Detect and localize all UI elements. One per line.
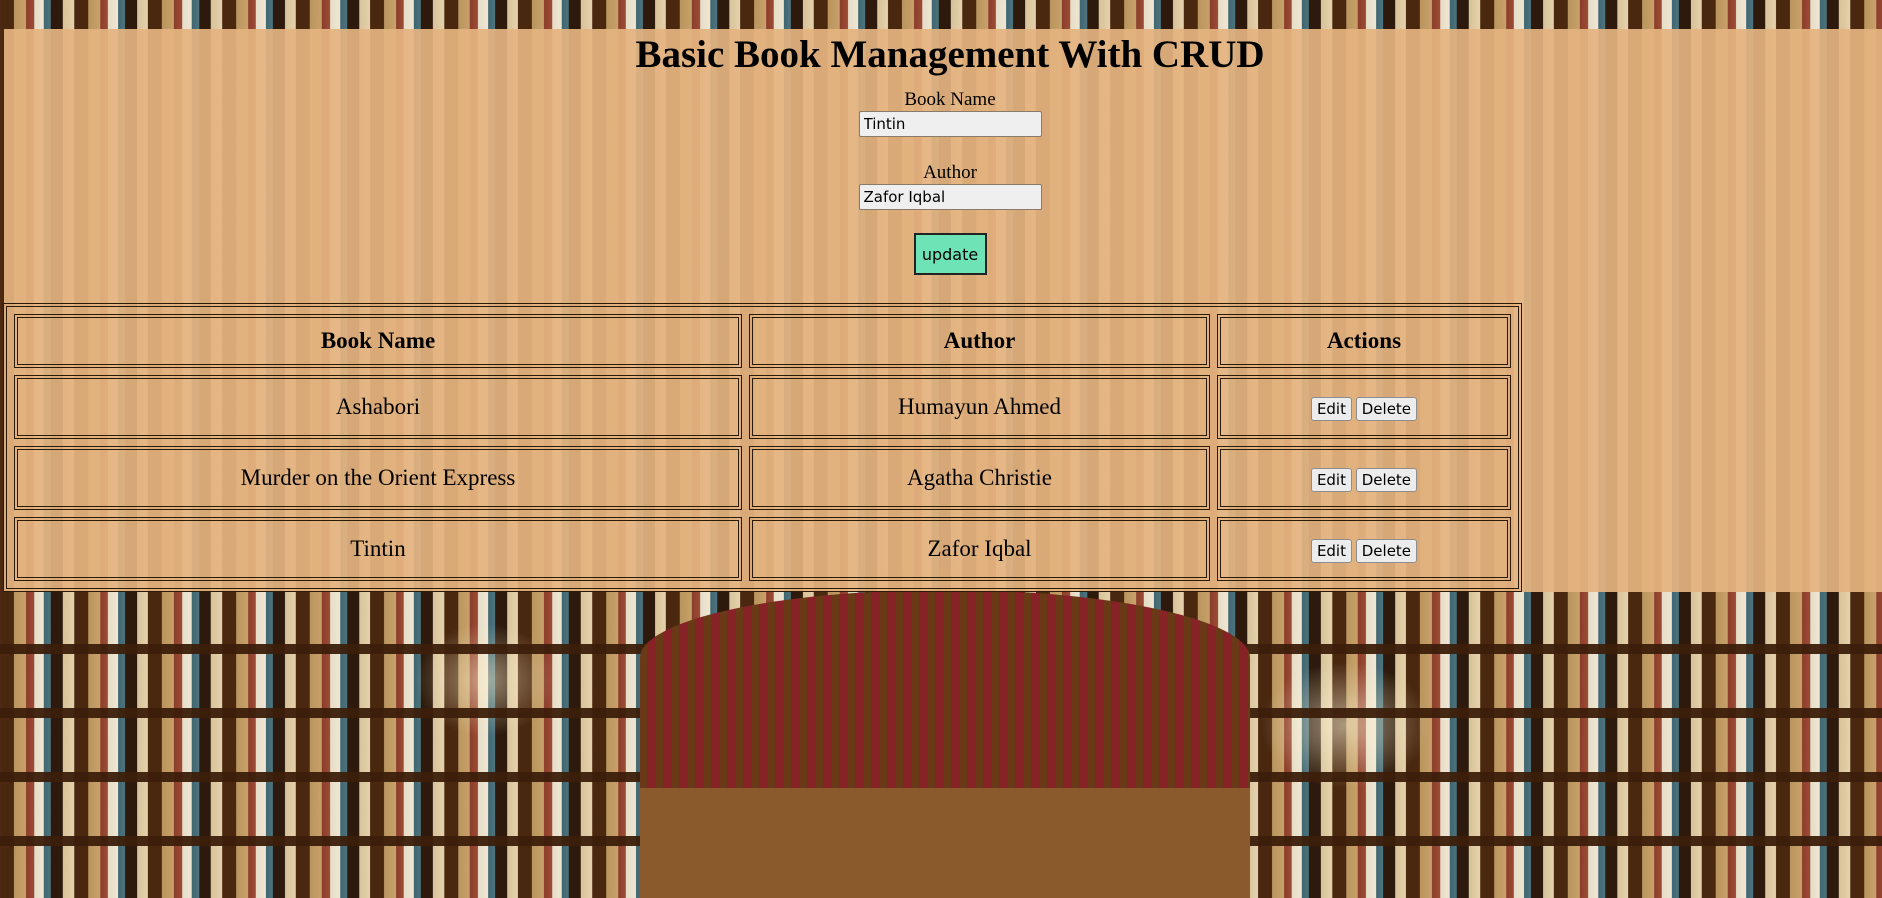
table-row: Tintin Zafor Iqbal Edit Delete bbox=[14, 517, 1511, 581]
actions-cell: Edit Delete bbox=[1217, 517, 1511, 581]
library-balcony-background bbox=[640, 590, 1250, 898]
header-book-name: Book Name bbox=[14, 314, 742, 368]
edit-button[interactable]: Edit bbox=[1310, 538, 1352, 563]
author-cell: Zafor Iqbal bbox=[749, 517, 1210, 581]
table-header-row: Book Name Author Actions bbox=[14, 314, 1511, 368]
header-author: Author bbox=[749, 314, 1210, 368]
actions-cell: Edit Delete bbox=[1217, 446, 1511, 510]
book-name-label: Book Name bbox=[904, 89, 996, 110]
books-table: Book Name Author Actions Ashabori Humayu… bbox=[3, 303, 1522, 592]
book-name-cell: Ashabori bbox=[14, 375, 742, 439]
author-label: Author bbox=[923, 162, 977, 183]
header-actions: Actions bbox=[1217, 314, 1511, 368]
author-input[interactable] bbox=[858, 184, 1042, 210]
table-row: Murder on the Orient Express Agatha Chri… bbox=[14, 446, 1511, 510]
table-row: Ashabori Humayun Ahmed Edit Delete bbox=[14, 375, 1511, 439]
author-cell: Agatha Christie bbox=[749, 446, 1210, 510]
edit-button[interactable]: Edit bbox=[1310, 467, 1352, 492]
edit-button[interactable]: Edit bbox=[1310, 396, 1352, 421]
bookshelf-background bbox=[0, 590, 1882, 898]
delete-button[interactable]: Delete bbox=[1355, 467, 1418, 492]
update-button[interactable]: update bbox=[913, 233, 987, 275]
actions-cell: Edit Delete bbox=[1217, 375, 1511, 439]
book-name-input[interactable] bbox=[858, 111, 1042, 137]
book-name-cell: Murder on the Orient Express bbox=[14, 446, 742, 510]
book-name-cell: Tintin bbox=[14, 517, 742, 581]
delete-button[interactable]: Delete bbox=[1355, 396, 1418, 421]
book-form: Book Name Author update bbox=[4, 79, 1882, 275]
page-title: Basic Book Management With CRUD bbox=[635, 33, 1265, 76]
author-cell: Humayun Ahmed bbox=[749, 375, 1210, 439]
delete-button[interactable]: Delete bbox=[1355, 538, 1418, 563]
